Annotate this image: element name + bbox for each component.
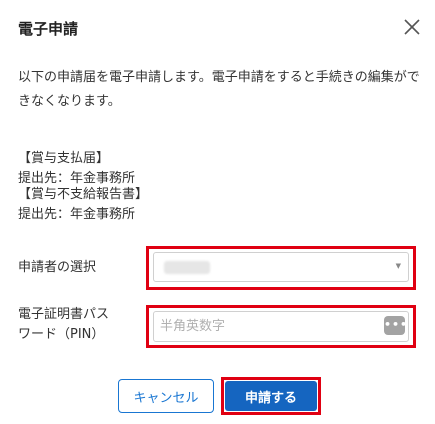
password-label: 電子証明書パス ワード（PIN） bbox=[18, 305, 109, 345]
applicant-select[interactable]: ▼ bbox=[153, 252, 409, 282]
password-input[interactable] bbox=[153, 311, 409, 342]
dialog-description: 以下の申請届を電子申請します。電子申請をすると手続きの編集ができなくなります。 bbox=[18, 70, 420, 109]
password-label-line2: ワード（PIN） bbox=[18, 327, 105, 342]
password-label-line1: 電子証明書パス bbox=[18, 307, 110, 322]
applicant-label: 申請者の選択 bbox=[18, 260, 97, 275]
filing-heading: 【賞与不支給報告書】 bbox=[18, 187, 149, 202]
applicant-value-redacted bbox=[164, 261, 210, 274]
close-icon[interactable] bbox=[401, 16, 423, 38]
filing-heading: 【賞与支払届】 bbox=[18, 151, 110, 166]
filing-bonus-payment: 【賞与支払届】 提出先：年金事務所 bbox=[18, 149, 135, 189]
filing-destination: 提出先：年金事務所 bbox=[18, 207, 136, 222]
submit-button[interactable]: 申請する bbox=[225, 381, 317, 411]
dialog-title: 電子申請 bbox=[18, 20, 79, 38]
filing-bonus-nonpayment: 【賞与不支給報告書】 提出先：年金事務所 bbox=[18, 185, 148, 225]
show-password-icon[interactable]: ••• bbox=[384, 316, 407, 335]
chevron-down-icon: ▼ bbox=[395, 262, 401, 270]
cancel-button[interactable]: キャンセル bbox=[118, 379, 214, 413]
